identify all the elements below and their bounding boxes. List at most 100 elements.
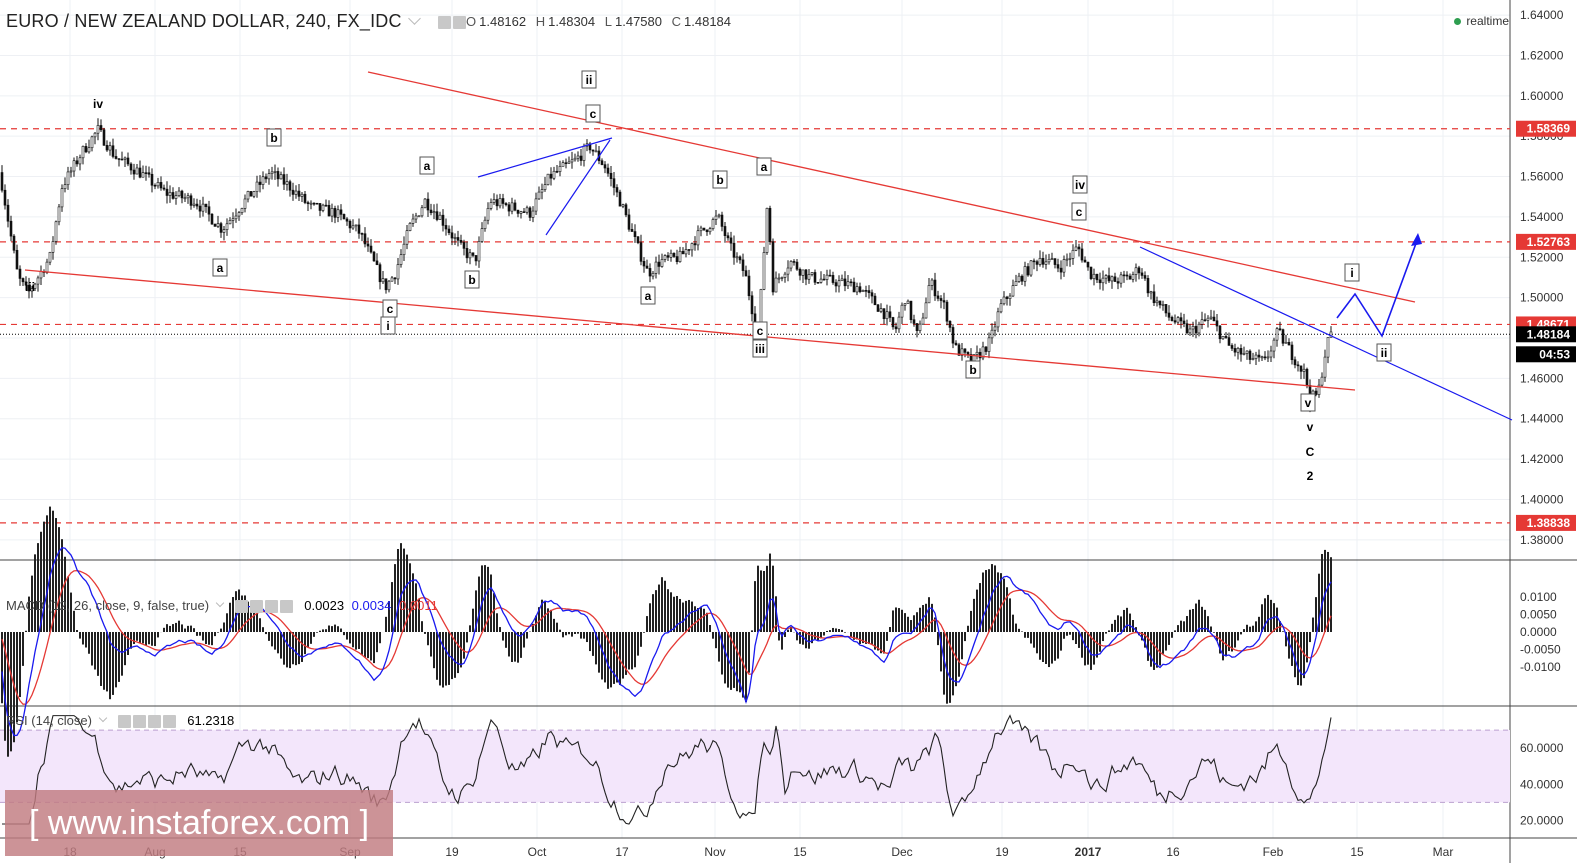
candle-body (150, 173, 154, 186)
close-value: 1.48184 (684, 14, 732, 29)
candle-body (255, 181, 259, 192)
candle-body (1290, 344, 1294, 361)
candle-body (6, 204, 10, 222)
rsi-legend[interactable]: RSI (14, close) 61.2318 (6, 713, 234, 729)
candle-body (387, 280, 391, 291)
candle-body (57, 206, 61, 223)
symbol-title[interactable]: EURO / NEW ZEALAND DOLLAR, 240, FX_IDC (6, 11, 466, 32)
candle-body (1101, 277, 1105, 284)
candle-body (216, 223, 220, 227)
candle-body (885, 311, 889, 320)
candle-body (855, 286, 859, 293)
candle-body (471, 252, 475, 256)
candle-body (1134, 267, 1138, 275)
candle-body (858, 286, 862, 293)
candle-body (528, 207, 532, 218)
candle-body (666, 255, 670, 258)
candle-body (765, 207, 769, 253)
candle-body (975, 351, 979, 355)
candle-body (633, 231, 637, 237)
candle-body (1095, 273, 1099, 281)
eye-icon[interactable] (117, 715, 131, 729)
candle-body (933, 279, 937, 297)
candle-body (174, 195, 178, 199)
candle-body (1200, 319, 1204, 325)
candle-body (87, 147, 91, 153)
close-icon[interactable] (162, 715, 176, 729)
candle-body (642, 261, 646, 267)
candle-body (261, 176, 265, 185)
candle-body (1158, 300, 1162, 306)
plus-icon[interactable] (147, 715, 161, 729)
upper-trendline (367, 71, 1416, 303)
price-tag-label: 1.38838 (1527, 516, 1571, 530)
candle-body (546, 173, 550, 185)
candle-body (1299, 365, 1303, 372)
candle-body (288, 181, 292, 191)
chevron-down-icon[interactable] (215, 598, 225, 608)
candle-body (663, 255, 667, 260)
candle-body (426, 198, 430, 211)
candle-body (351, 225, 355, 229)
candle-body (339, 209, 343, 215)
candle-body (1140, 272, 1144, 276)
candle-body (1002, 296, 1006, 305)
candle-body (246, 191, 250, 200)
candle-body (360, 233, 364, 235)
price-tick-label: 1.50000 (1520, 291, 1564, 305)
macd-legend[interactable]: MACD (12, 26, close, 9, false, true) 0.0… (6, 598, 438, 614)
candle-body (1323, 356, 1327, 378)
candle-body (1170, 316, 1174, 321)
candle-body (477, 241, 481, 262)
macd-tick-label: -0.0100 (1520, 660, 1561, 674)
close-label: C (671, 14, 682, 29)
plus-icon[interactable] (264, 600, 278, 614)
gear-icon[interactable] (249, 600, 263, 614)
candle-body (384, 278, 388, 291)
gear-icon[interactable] (132, 715, 146, 729)
candle-body (648, 268, 652, 277)
candle-body (657, 261, 661, 267)
candle-body (819, 278, 823, 283)
candle-body (522, 211, 526, 213)
candle-body (282, 174, 286, 185)
candle-body (510, 202, 514, 212)
candle-body (519, 211, 523, 214)
candle-body (321, 204, 325, 211)
candle-body (138, 167, 142, 178)
macd-label: MACD (12, 26, close, 9, false, true) (6, 598, 210, 613)
candle-body (999, 303, 1003, 313)
close-icon[interactable] (279, 600, 293, 614)
low-value: 1.47580 (615, 14, 662, 29)
chevron-down-icon[interactable] (98, 713, 108, 723)
candle-body (1197, 323, 1201, 334)
candle-body (312, 202, 316, 205)
eye-icon[interactable] (234, 600, 248, 614)
candle-body (834, 282, 838, 287)
candle-body (552, 170, 556, 179)
candle-body (408, 223, 412, 231)
wedge-upper-line (477, 137, 613, 178)
chevron-down-icon[interactable] (407, 12, 421, 25)
candle-body (573, 157, 577, 161)
candle-body (1149, 291, 1153, 294)
realtime-label: realtime (1466, 14, 1509, 28)
eye-icon[interactable] (437, 15, 451, 29)
candle-body (132, 169, 136, 175)
candle-body (1191, 326, 1195, 330)
candle-body (186, 195, 190, 199)
candle-body (888, 311, 892, 318)
candle-body (696, 230, 700, 246)
candle-body (75, 160, 79, 165)
candle-body (102, 129, 106, 146)
candle-body (369, 245, 373, 253)
candle-body (51, 241, 55, 253)
wave-labels: iviiibaciabiicabaciiiivcbiiivvC2 (25, 70, 1392, 483)
candle-body (225, 223, 229, 230)
candle-body (978, 351, 982, 359)
candle-body (417, 215, 421, 218)
candle-body (135, 167, 139, 175)
candle-body (735, 256, 739, 259)
candle-body (594, 150, 598, 153)
candle-body (1053, 258, 1057, 265)
